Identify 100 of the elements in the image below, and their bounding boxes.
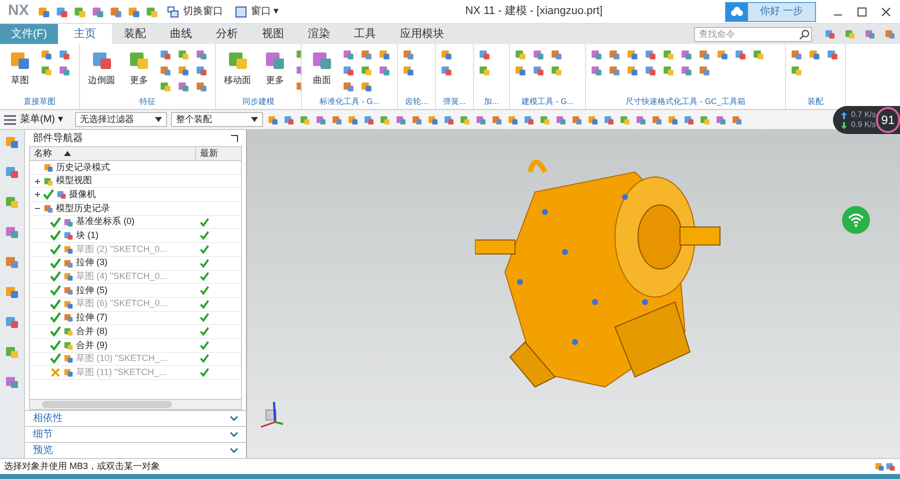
tool-icon[interactable]	[342, 48, 355, 61]
tool-icon[interactable]	[514, 64, 527, 77]
tree-row[interactable]: 合并 (9)	[30, 338, 241, 353]
selection-tool-icon[interactable]	[698, 114, 711, 126]
selection-tool-icon[interactable]	[522, 114, 535, 126]
visibility-checkbox[interactable]	[50, 216, 61, 228]
selection-tool-icon[interactable]	[586, 114, 599, 126]
tool-icon[interactable]	[440, 64, 453, 77]
resource-tab-icon[interactable]	[4, 164, 20, 180]
tool-icon[interactable]	[752, 48, 765, 61]
ribbon-tab[interactable]: 渲染	[296, 24, 342, 44]
tool-icon[interactable]	[177, 80, 190, 93]
tool-icon[interactable]	[514, 48, 527, 61]
visibility-checkbox[interactable]	[50, 326, 61, 338]
expand-icon[interactable]	[34, 178, 41, 185]
tree-row[interactable]: 摄像机	[30, 188, 241, 202]
status-icon[interactable]	[874, 461, 885, 472]
quick-access-icon[interactable]	[126, 4, 141, 18]
tool-icon[interactable]	[40, 64, 53, 77]
ribbon-tab[interactable]: 装配	[112, 24, 158, 44]
tool-icon[interactable]	[698, 64, 711, 77]
tool-icon[interactable]	[159, 48, 172, 61]
ribbon-tab[interactable]: 曲线	[158, 24, 204, 44]
visibility-checkbox[interactable]	[50, 230, 61, 242]
tool-icon[interactable]	[644, 48, 657, 61]
ribbon-button[interactable]: 更多	[123, 48, 155, 88]
tool-icon[interactable]	[550, 48, 563, 61]
close-icon[interactable]	[880, 6, 892, 18]
ribbon-button[interactable]: 曲面	[306, 48, 338, 88]
column-header[interactable]: 名称	[30, 146, 196, 160]
visibility-checkbox[interactable]	[43, 189, 54, 200]
tool-icon[interactable]	[626, 64, 639, 77]
ribbon-tab[interactable]: 工具	[342, 24, 388, 44]
tool-icon[interactable]	[550, 64, 563, 77]
tool-icon[interactable]	[698, 48, 711, 61]
tool-icon[interactable]	[790, 48, 803, 61]
tool-icon[interactable]	[58, 64, 71, 77]
selection-tool-icon[interactable]	[346, 114, 359, 126]
selection-tool-icon[interactable]	[426, 114, 439, 126]
ribbon-button[interactable]: 边倒圆	[84, 48, 119, 88]
visibility-checkbox[interactable]	[50, 258, 61, 269]
tool-icon[interactable]	[608, 48, 621, 61]
pin-icon[interactable]	[231, 134, 238, 142]
tool-icon[interactable]	[360, 80, 373, 93]
visibility-checkbox[interactable]	[50, 298, 61, 310]
tree-row[interactable]: 模型历史记录	[30, 202, 241, 216]
maximize-icon[interactable]	[856, 6, 868, 18]
selection-tool-icon[interactable]	[378, 114, 391, 126]
tool-icon[interactable]	[159, 80, 172, 93]
selection-tool-icon[interactable]	[634, 114, 647, 126]
tool-icon[interactable]	[177, 64, 190, 77]
tool-icon[interactable]	[402, 64, 415, 77]
selection-tool-icon[interactable]	[314, 114, 327, 126]
window-button[interactable]: 切换窗口	[162, 4, 227, 19]
tool-icon[interactable]	[402, 48, 415, 61]
tool-icon[interactable]	[532, 64, 545, 77]
window-button[interactable]: 窗口 ▾	[230, 4, 283, 19]
selection-tool-icon[interactable]	[266, 114, 279, 126]
tree-row[interactable]: 拉伸 (5)	[30, 284, 241, 298]
ribbon-option-icon[interactable]	[864, 28, 876, 40]
tool-icon[interactable]	[195, 64, 208, 77]
visibility-checkbox[interactable]	[50, 353, 61, 364]
scope-dropdown[interactable]: 整个装配	[170, 112, 263, 127]
wifi-icon[interactable]	[842, 206, 870, 234]
visibility-checkbox[interactable]	[50, 340, 61, 351]
collapsed-panel-header[interactable]: 细节	[25, 426, 246, 442]
tool-icon[interactable]	[58, 48, 71, 61]
selection-tool-icon[interactable]	[554, 114, 567, 126]
tree-row[interactable]: 合并 (8)	[30, 325, 241, 339]
tool-icon[interactable]	[644, 64, 657, 77]
selection-tool-icon[interactable]	[362, 114, 375, 126]
resource-tab-icon[interactable]	[4, 194, 20, 210]
quick-access-icon[interactable]	[144, 4, 159, 18]
selection-tool-icon[interactable]	[666, 114, 679, 126]
selection-tool-icon[interactable]	[282, 114, 295, 126]
ribbon-button[interactable]: 更多	[259, 48, 291, 88]
resource-tab-icon[interactable]	[4, 254, 20, 270]
tool-icon[interactable]	[808, 48, 821, 61]
tool-icon[interactable]	[378, 64, 391, 77]
tool-icon[interactable]	[342, 80, 355, 93]
selection-tool-icon[interactable]	[538, 114, 551, 126]
ribbon-button[interactable]: 移动面	[220, 48, 255, 88]
selection-tool-icon[interactable]	[442, 114, 455, 126]
resource-tab-icon[interactable]	[4, 314, 20, 330]
tool-icon[interactable]	[680, 48, 693, 61]
ribbon-tab[interactable]: 分析	[204, 24, 250, 44]
tool-icon[interactable]	[177, 48, 190, 61]
selection-tool-icon[interactable]	[650, 114, 663, 126]
tool-icon[interactable]	[360, 48, 373, 61]
collapsed-panel-header[interactable]: 相依性	[25, 410, 246, 426]
tree-row[interactable]: 历史记录模式	[30, 161, 241, 175]
tool-icon[interactable]	[195, 48, 208, 61]
tool-icon[interactable]	[40, 48, 53, 61]
ribbon-option-icon[interactable]	[844, 28, 856, 40]
tool-icon[interactable]	[478, 48, 491, 61]
quick-access-icon[interactable]	[36, 4, 51, 18]
selection-tool-icon[interactable]	[298, 114, 311, 126]
tree-row[interactable]: 拉伸 (7)	[30, 312, 241, 326]
selection-tool-icon[interactable]	[714, 114, 727, 126]
search-icon[interactable]	[799, 28, 810, 40]
